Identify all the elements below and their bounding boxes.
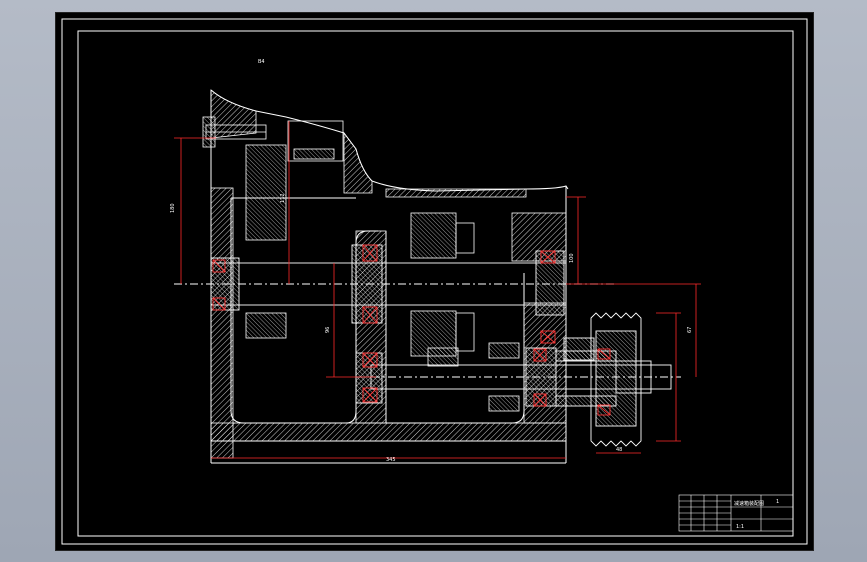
svg-text:100: 100 — [569, 253, 575, 263]
svg-text:345: 345 — [386, 457, 396, 463]
pulley — [563, 312, 652, 447]
title-block-scale: 1:1 — [736, 524, 744, 530]
drawing-sheet: B4 180 112 96 100 67 345 48 减速箱装配图 1 1:1 — [55, 12, 814, 551]
svg-text:96: 96 — [325, 327, 331, 333]
svg-text:67: 67 — [687, 327, 693, 333]
view-label: B4 — [258, 59, 265, 65]
svg-text:180: 180 — [170, 203, 176, 213]
svg-text:112: 112 — [280, 193, 286, 203]
svg-text:48: 48 — [616, 447, 622, 453]
upper-gear — [245, 120, 344, 339]
assembly-drawing: B4 180 112 96 100 67 345 48 减速箱装配图 1 1:1 — [61, 18, 808, 545]
outer-frame — [61, 18, 808, 545]
inner-frame — [77, 30, 794, 537]
title-block-sheet-no: 1 — [776, 499, 779, 505]
middle-gear-cluster — [410, 212, 520, 412]
title-block-title: 减速箱装配图 — [734, 500, 764, 507]
input-shaft — [174, 244, 616, 324]
cad-viewer-background: B4 180 112 96 100 67 345 48 减速箱装配图 1 1:1 — [0, 0, 867, 562]
